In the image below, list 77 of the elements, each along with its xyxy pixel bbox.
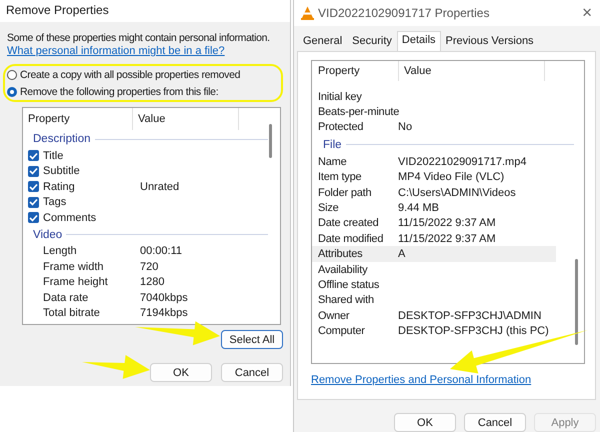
radio-label: Create a copy with all possible properties removed <box>20 68 240 80</box>
property-name: Rating <box>43 180 75 193</box>
property-name: Comments <box>43 212 96 224</box>
property-name: Name <box>317 156 348 168</box>
property-row[interactable]: Computer DESKTOP-SFP3CHJ (this PC) <box>312 323 556 339</box>
cancel-button[interactable]: Cancel <box>221 363 283 382</box>
property-name: Subtitle <box>43 165 80 178</box>
property-value: Unrated <box>140 180 180 193</box>
property-name: Shared with <box>317 294 375 306</box>
property-name: Date created <box>317 217 380 230</box>
property-row[interactable]: Protected No <box>312 120 556 136</box>
dialog-button[interactable]: OK <box>394 413 456 432</box>
property-name: Title <box>43 150 64 162</box>
property-row[interactable]: Folder path C:\Users\ADMIN\Videos <box>312 184 556 200</box>
group-heading: Description <box>33 133 91 145</box>
property-name: Size <box>317 202 340 214</box>
group-heading: File <box>323 138 342 151</box>
property-value: 7040kbps <box>140 292 188 304</box>
property-value: 1280 <box>140 276 164 288</box>
property-row[interactable]: Size 9.44 MB <box>312 200 556 216</box>
property-value: 720 <box>140 260 158 273</box>
ok-button[interactable]: OK <box>150 363 212 382</box>
property-name: Attributes <box>317 248 364 260</box>
remove-properties-link[interactable]: Remove Properties and Personal Information <box>311 374 532 389</box>
property-name: Date modified <box>317 232 384 245</box>
property-row[interactable]: Owner DESKTOP-SFP3CHJ\ADMIN <box>312 308 556 324</box>
property-row[interactable]: Initial key <box>312 88 556 104</box>
property-name: Beats-per-minute <box>317 106 398 118</box>
property-value: 00:00:11 <box>140 245 182 258</box>
property-name: Item type <box>317 171 362 184</box>
property-row[interactable]: Shared with <box>312 292 556 308</box>
property-name: Availability <box>317 264 368 276</box>
property-row[interactable]: Offline status <box>312 277 556 293</box>
property-name: Owner <box>317 310 350 322</box>
property-value: A <box>398 248 406 260</box>
column-header[interactable]: Value <box>133 108 239 130</box>
property-name: Offline status <box>317 278 380 291</box>
property-row[interactable]: Beats-per-minute <box>312 104 556 120</box>
property-row[interactable]: Date modified 11/15/2022 9:37 AM <box>312 231 556 246</box>
window-title: Remove Properties <box>0 0 290 22</box>
property-value: 11/15/2022 9:37 AM <box>398 232 496 245</box>
column-header[interactable]: Property <box>23 108 133 130</box>
property-name: Length <box>43 245 77 258</box>
dialog-button[interactable]: Cancel <box>464 413 526 432</box>
property-row[interactable]: Date created 11/15/2022 9:37 AM <box>312 216 556 232</box>
property-value: 9.44 MB <box>398 202 439 214</box>
property-name: Folder path <box>317 186 372 199</box>
property-value: DESKTOP-SFP3CHJ (this PC) <box>398 325 549 338</box>
group-heading: Video <box>33 228 62 240</box>
property-value: VID20221029091717.mp4 <box>398 156 526 168</box>
property-name: Data rate <box>43 292 88 304</box>
column-header[interactable]: Property <box>312 60 399 81</box>
radio-label: Remove the following properties from this file: <box>20 86 218 98</box>
property-row[interactable]: Name VID20221029091717.mp4 <box>312 154 556 170</box>
property-name: Frame width <box>43 260 104 273</box>
property-value: No <box>398 121 412 134</box>
property-row[interactable]: Item type MP4 Video File (VLC) <box>312 169 556 185</box>
property-row[interactable]: Attributes A <box>312 246 556 262</box>
property-name: Frame height <box>43 276 108 288</box>
window-title: VID20221029091717 Properties <box>318 6 490 20</box>
property-name: Initial key <box>317 90 363 103</box>
tab[interactable]: Details <box>396 30 441 51</box>
close-button[interactable]: × <box>582 2 592 23</box>
property-name: Protected <box>317 121 364 134</box>
property-name: Total bitrate <box>43 307 100 320</box>
property-value: MP4 Video File (VLC) <box>398 171 504 184</box>
column-header[interactable]: Value <box>399 60 545 81</box>
select-all-button[interactable]: Select All <box>221 330 283 349</box>
help-link[interactable]: What personal information might be in a file? <box>7 45 225 60</box>
property-name: Tags <box>43 196 66 208</box>
property-value: C:\Users\ADMIN\Videos <box>398 186 516 199</box>
intro-text: Some of these properties might contain personal information. <box>7 31 270 45</box>
property-value: 11/15/2022 9:37 AM <box>398 217 496 230</box>
property-row[interactable]: Availability <box>312 262 556 278</box>
property-value: 7194kbps <box>140 307 188 320</box>
property-name: Computer <box>317 325 366 338</box>
property-value: DESKTOP-SFP3CHJ\ADMIN <box>398 310 542 322</box>
